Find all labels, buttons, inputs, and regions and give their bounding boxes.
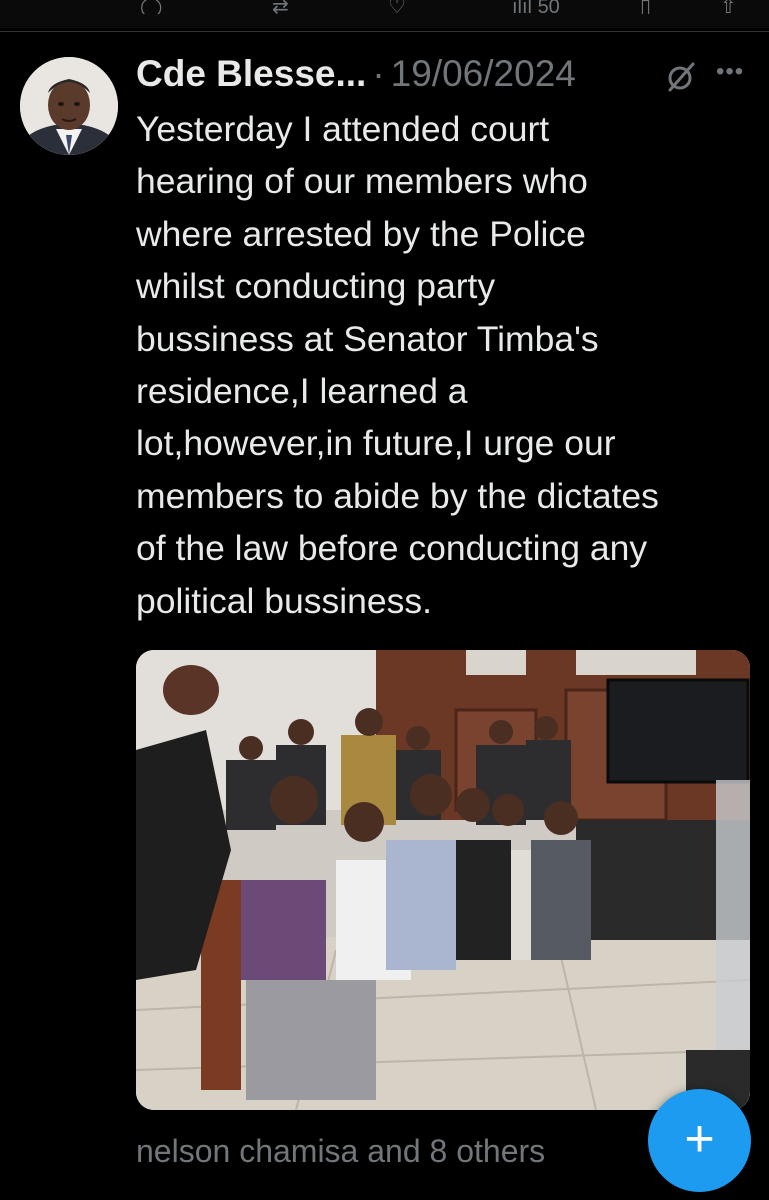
author-name[interactable]: Cde Blesse... [136, 53, 366, 95]
previous-post-action-bar: ◯ ⇄ ♡ ılıl 50 ▯ ⇧ [0, 0, 769, 28]
tweet-header: Cde Blesse... · 19/06/2024 [136, 52, 576, 96]
avatar-image [20, 57, 118, 155]
grok-icon[interactable] [664, 60, 698, 94]
likes-summary[interactable]: nelson chamisa and 8 others [136, 1133, 545, 1170]
post-divider [0, 31, 769, 32]
post-date[interactable]: 19/06/2024 [391, 53, 576, 95]
views-count: 50 [537, 0, 560, 14]
courtroom-photo [136, 650, 750, 1110]
header-separator: · [372, 53, 385, 94]
compose-button[interactable]: + [648, 1089, 751, 1192]
share-icon[interactable]: ⇧ [720, 0, 737, 14]
more-options-icon[interactable]: ••• [716, 60, 744, 84]
bookmark-icon[interactable]: ▯ [640, 0, 651, 14]
repost-icon[interactable]: ⇄ [272, 0, 289, 14]
author-avatar[interactable] [20, 57, 118, 155]
tweet-photo[interactable] [136, 650, 750, 1110]
tweet-text: Yesterday I attended court hearing of ou… [136, 109, 659, 621]
reply-icon[interactable]: ◯ [140, 0, 162, 14]
plus-icon: + [684, 1110, 715, 1168]
like-icon[interactable]: ♡ [388, 0, 406, 14]
views-icon[interactable]: ılıl 50 [512, 0, 560, 14]
